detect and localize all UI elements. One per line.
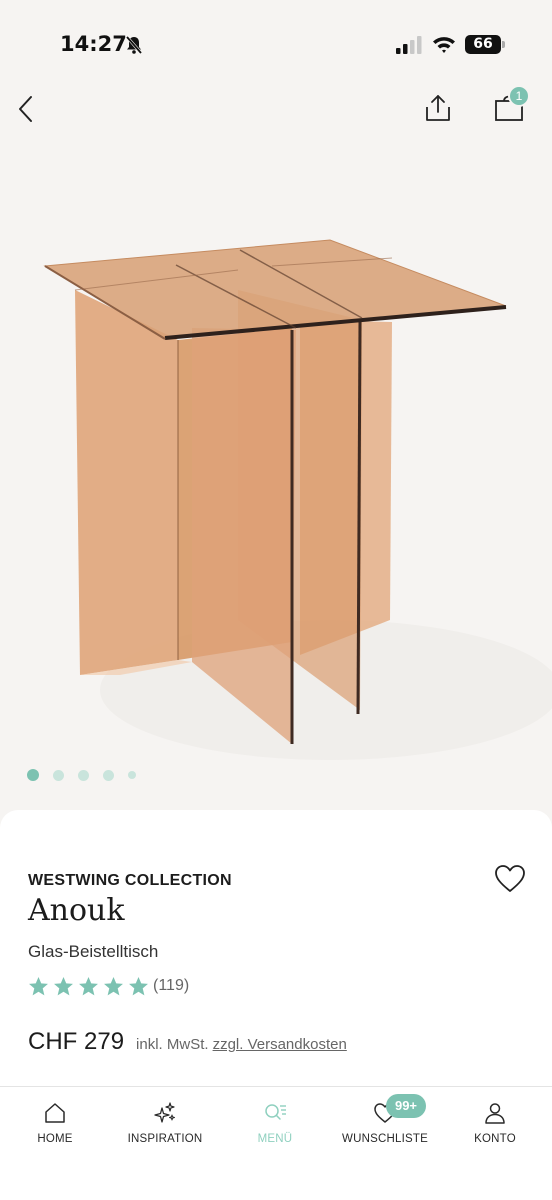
carousel-dot[interactable]: [128, 771, 136, 779]
star-icon: [79, 976, 98, 995]
battery-icon: 66: [465, 35, 501, 54]
back-chevron-icon[interactable]: [14, 92, 40, 126]
heart-outline-icon[interactable]: [494, 864, 526, 894]
home-icon: [45, 1103, 65, 1123]
product-subtitle: Glas-Beistelltisch: [28, 942, 159, 961]
carousel-dot[interactable]: [27, 769, 39, 781]
nav-label-inspiration: INSPIRATION: [127, 1133, 203, 1145]
star-icon: [129, 976, 148, 995]
glass-side-table-image[interactable]: [0, 150, 552, 790]
rating-row[interactable]: (119): [28, 975, 189, 997]
search-menu-icon: [265, 1104, 286, 1120]
star-icon: [29, 976, 48, 995]
bottom-nav: HOME INSPIRATION MENÜ WUNSCHLISTE KONTO: [0, 1086, 552, 1200]
nav-item-inspiration[interactable]: INSPIRATION: [110, 1101, 220, 1149]
rating-count: (119): [153, 977, 190, 994]
nav-label-wishlist: WUNSCHLISTE: [342, 1133, 428, 1145]
sparkles-icon: [154, 1102, 175, 1123]
tax-note: inkl. MwSt.: [136, 1036, 209, 1053]
cellular-signal-icon: [396, 36, 422, 54]
star-icon: [104, 976, 123, 995]
carousel-dot[interactable]: [78, 769, 89, 781]
battery-tip: [502, 41, 505, 48]
brand-name[interactable]: WESTWING COLLECTION: [28, 872, 232, 890]
star-icon: [54, 976, 73, 995]
nav-label-account: KONTO: [474, 1133, 516, 1145]
cart-count-badge: 1: [508, 85, 530, 107]
carousel-dot[interactable]: [53, 769, 64, 781]
nav-label-home: HOME: [37, 1133, 73, 1145]
share-icon[interactable]: [423, 92, 453, 124]
product-info-card: WESTWING COLLECTION Anouk Glas-Beistellt…: [0, 810, 552, 1088]
bell-muted-icon: [125, 36, 143, 54]
price-row: CHF 279 inkl. MwSt. zzgl. Versandkosten: [28, 1028, 347, 1056]
status-time: 14:27: [60, 32, 127, 56]
nav-label-menu: MENÜ: [257, 1133, 293, 1145]
product-title: Anouk: [28, 893, 125, 928]
nav-item-home[interactable]: HOME: [0, 1101, 110, 1149]
carousel-dot[interactable]: [103, 769, 114, 781]
wishlist-count-badge: 99+: [386, 1094, 426, 1118]
status-bar: 14:27 66: [0, 0, 552, 90]
nav-item-account[interactable]: KONTO: [440, 1101, 550, 1149]
wifi-icon: [433, 37, 455, 53]
nav-item-menu[interactable]: MENÜ: [220, 1101, 330, 1149]
product-price: CHF 279: [28, 1028, 125, 1055]
user-icon: [485, 1103, 505, 1124]
carousel-dots[interactable]: [27, 768, 150, 782]
shipping-costs-link[interactable]: zzgl. Versandkosten: [213, 1036, 347, 1053]
